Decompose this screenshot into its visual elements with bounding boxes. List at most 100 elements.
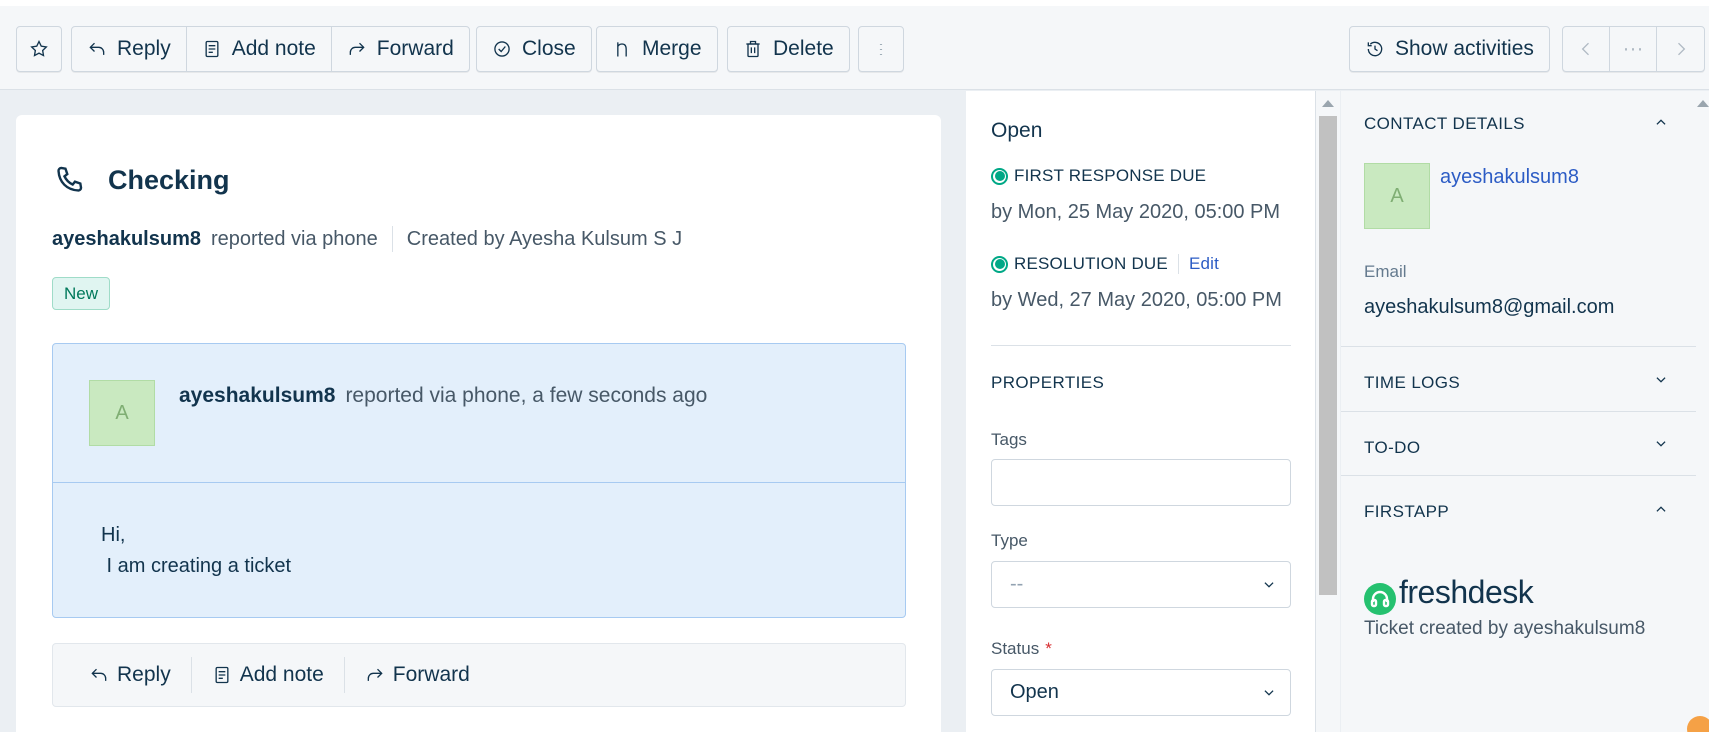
show-activities-label: Show activities: [1395, 37, 1534, 60]
reply-icon: [91, 668, 107, 681]
headset-icon: [1364, 582, 1396, 615]
first-response-due-date: by Mon, 25 May 2020, 05:00 PM: [991, 201, 1281, 223]
status-select[interactable]: Open: [991, 669, 1291, 716]
conversation-author[interactable]: ayeshakulsum8: [179, 384, 335, 407]
chevron-down-icon[interactable]: [1654, 373, 1668, 387]
chevron-left-icon: [1581, 42, 1589, 56]
contact-details-title[interactable]: CONTACT DETAILS: [1364, 114, 1525, 134]
properties-title: PROPERTIES: [991, 373, 1105, 392]
reply-bar-divider: [190, 657, 192, 693]
sidebar-scrollbar[interactable]: [1696, 91, 1709, 732]
tags-input[interactable]: [991, 459, 1291, 506]
freshdesk-logo: freshdesk: [1364, 574, 1534, 615]
delete-label: Delete: [773, 37, 834, 60]
scroll-up-arrow-icon[interactable]: [1322, 100, 1334, 107]
forward-button[interactable]: Forward: [332, 27, 469, 71]
bottom-add-note-button[interactable]: Add note: [212, 663, 344, 687]
bottom-add-note-label: Add note: [239, 663, 324, 686]
first-response-due: FIRST RESPONSE DUE: [991, 166, 1206, 186]
show-activities-button[interactable]: Show activities: [1349, 26, 1550, 72]
required-marker: *: [1045, 639, 1052, 658]
status-label-text: Status: [991, 639, 1040, 658]
chevron-down-icon[interactable]: [1654, 437, 1668, 451]
scroll-up-arrow-icon[interactable]: [1697, 100, 1709, 107]
conversation-header: A ayeshakulsum8 reported via phone, a few…: [53, 344, 905, 483]
add-note-button[interactable]: Add note: [187, 27, 332, 71]
ticket-card: Checking ayeshakulsum8 reported via phon…: [16, 115, 941, 732]
type-label: Type: [991, 531, 1028, 550]
phone-icon: [57, 166, 83, 192]
properties-divider: [991, 345, 1291, 346]
conversation-message: A ayeshakulsum8 reported via phone, a few…: [52, 343, 906, 618]
avatar: A: [1364, 163, 1430, 229]
bottom-forward-button[interactable]: Forward: [365, 663, 490, 687]
bottom-reply-button[interactable]: Reply: [89, 663, 191, 687]
reply-icon: [89, 42, 105, 55]
created-by: Created by Ayesha Kulsum S J: [406, 227, 683, 250]
merge-button[interactable]: Merge: [596, 26, 718, 72]
requester-name[interactable]: ayeshakulsum8: [52, 228, 201, 251]
resolution-due-date: by Wed, 27 May 2020, 05:00 PM: [991, 289, 1282, 311]
edit-resolution-link[interactable]: Edit: [1177, 254, 1219, 274]
ticket-pager: ···: [1562, 26, 1705, 72]
reply-label: Reply: [117, 37, 171, 60]
merge-label: Merge: [642, 37, 702, 60]
previous-ticket-button[interactable]: [1563, 27, 1610, 71]
app-caption: Ticket created by ayeshakulsum8: [1364, 618, 1646, 639]
close-ticket-button[interactable]: Close: [476, 26, 592, 72]
time-logs-title[interactable]: TIME LOGS: [1364, 373, 1460, 393]
first-response-label: FIRST RESPONSE DUE: [1014, 166, 1207, 185]
note-icon: [205, 40, 219, 58]
avatar: A: [89, 380, 155, 446]
help-widget-icon[interactable]: [1687, 716, 1709, 732]
trash-icon: [746, 40, 760, 58]
star-icon: [30, 39, 48, 57]
firstapp-title[interactable]: FIRSTAPP: [1364, 502, 1449, 522]
tags-label: Tags: [991, 430, 1027, 449]
next-ticket-button[interactable]: [1657, 27, 1704, 71]
conversation-meta-text: reported via phone, a few seconds ago: [345, 384, 708, 407]
bottom-forward-label: Forward: [392, 663, 470, 686]
merge-icon: [617, 42, 627, 57]
sidebar-divider: [1341, 475, 1696, 476]
chevron-up-icon[interactable]: [1654, 115, 1668, 129]
properties-panel: Open FIRST RESPONSE DUE by Mon, 25 May 2…: [966, 91, 1316, 732]
pager-more-label: ···: [1622, 37, 1644, 60]
forward-icon: [349, 42, 365, 55]
reply-bar: Reply Add note Forward: [52, 643, 906, 707]
properties-scrollbar-thumb[interactable]: [1319, 116, 1337, 595]
chevron-down-icon: [1264, 582, 1274, 588]
vertical-dots-icon: [879, 44, 883, 55]
conversation-body-line-1: Hi,: [101, 524, 126, 546]
type-select[interactable]: --: [991, 561, 1291, 608]
pager-more-button[interactable]: ···: [1610, 27, 1657, 71]
check-circle-icon: [494, 41, 510, 57]
forward-icon: [367, 668, 383, 681]
reply-bar-divider: [343, 657, 345, 693]
status-select-value: Open: [1010, 681, 1059, 703]
add-note-label: Add note: [231, 37, 316, 60]
email-label: Email: [1364, 262, 1407, 281]
star-button[interactable]: [16, 26, 62, 72]
conversation-meta: ayeshakulsum8 reported via phone, a few s…: [179, 384, 707, 408]
meta-divider: [391, 226, 393, 252]
chevron-up-icon[interactable]: [1654, 502, 1668, 516]
conversation-body-line-2: I am creating a ticket: [101, 555, 292, 577]
more-actions-button[interactable]: [858, 26, 904, 72]
ticket-meta: ayeshakulsum8 reported via phone Created…: [52, 226, 682, 252]
reported-via: reported via phone: [210, 227, 378, 250]
resolution-label: RESOLUTION DUE: [1014, 254, 1168, 273]
status-badge: New: [52, 277, 111, 310]
status-label: Status *: [991, 639, 1052, 659]
contact-name-link[interactable]: ayeshakulsum8: [1440, 166, 1579, 189]
ticket-subject-row: Checking: [52, 163, 230, 197]
reply-button[interactable]: Reply: [72, 27, 187, 71]
email-value: ayeshakulsum8@gmail.com: [1364, 296, 1615, 318]
forward-label: Forward: [376, 37, 454, 60]
note-icon: [215, 666, 229, 684]
delete-button[interactable]: Delete: [727, 26, 850, 72]
reply-actions-group: Reply Add note Forward: [71, 26, 470, 72]
sidebar-divider: [1341, 346, 1696, 347]
todo-title[interactable]: TO-DO: [1364, 438, 1420, 458]
resolution-due: RESOLUTION DUE Edit: [991, 254, 1219, 274]
